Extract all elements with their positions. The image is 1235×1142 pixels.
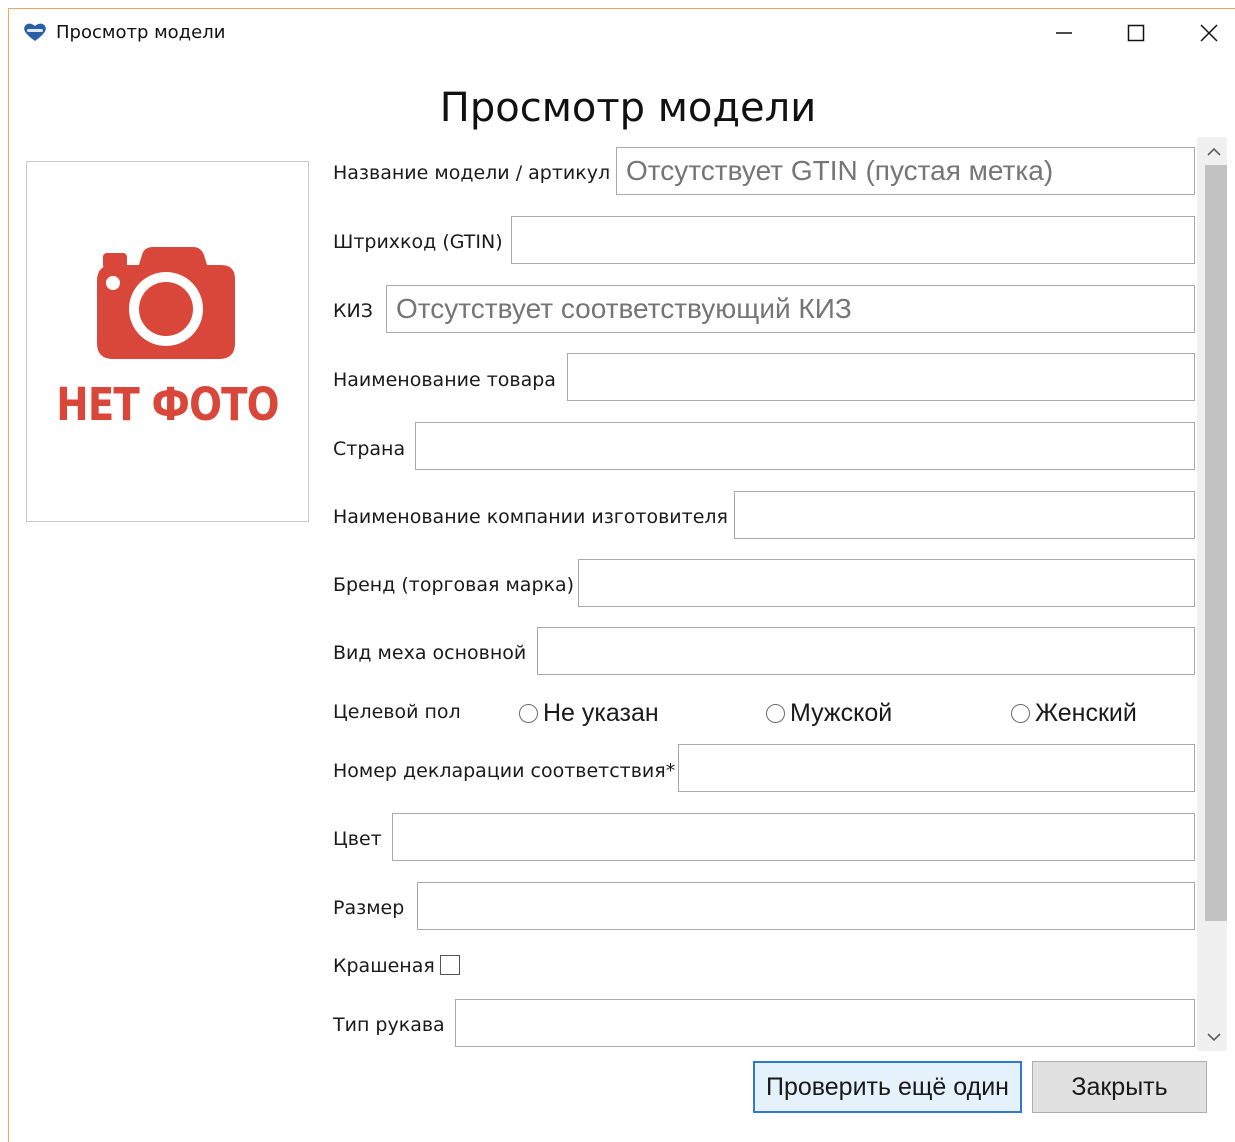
country-field[interactable] bbox=[415, 422, 1195, 470]
radio-label: Женский bbox=[1035, 699, 1137, 727]
scroll-up-icon[interactable] bbox=[1207, 145, 1221, 159]
label-size: Размер bbox=[333, 897, 405, 919]
maximize-button[interactable] bbox=[1113, 17, 1159, 49]
minimize-icon bbox=[1056, 32, 1072, 34]
brand-field[interactable] bbox=[578, 559, 1195, 607]
label-manufacturer: Наименование компании изготовителя bbox=[333, 506, 728, 528]
vertical-scrollbar[interactable] bbox=[1197, 137, 1227, 1051]
radio-label: Мужской bbox=[790, 699, 893, 727]
radio-label: Не указан bbox=[543, 699, 659, 727]
label-model-name: Название модели / артикул bbox=[333, 162, 611, 184]
page-title: Просмотр модели bbox=[439, 85, 817, 131]
app-heart-icon bbox=[23, 22, 47, 42]
label-color: Цвет bbox=[333, 828, 382, 850]
scroll-down-icon[interactable] bbox=[1207, 1030, 1221, 1044]
title-bar[interactable]: Просмотр модели bbox=[9, 9, 1235, 57]
radio-circle[interactable] bbox=[519, 704, 538, 723]
minimize-button[interactable] bbox=[1041, 17, 1087, 49]
product-photo-placeholder: НЕТ ФОТО bbox=[26, 161, 309, 522]
scrollbar-thumb[interactable] bbox=[1205, 165, 1227, 921]
label-product-name: Наименование товара bbox=[333, 369, 556, 391]
dyed-checkbox[interactable] bbox=[440, 955, 460, 975]
declaration-field[interactable] bbox=[678, 744, 1195, 792]
size-field[interactable] bbox=[417, 882, 1195, 930]
label-declaration: Номер декларации соответствия* bbox=[333, 760, 676, 782]
gender-radio-male[interactable]: Мужской bbox=[766, 699, 892, 728]
window-title: Просмотр модели bbox=[56, 22, 226, 43]
maximize-icon bbox=[1127, 24, 1145, 42]
label-target-gender: Целевой пол bbox=[333, 701, 461, 723]
sleeve-type-field[interactable] bbox=[455, 999, 1195, 1047]
fur-type-field[interactable] bbox=[537, 627, 1195, 675]
label-fur-type: Вид меха основной bbox=[333, 642, 527, 664]
color-field[interactable] bbox=[392, 813, 1195, 861]
close-icon bbox=[1200, 24, 1218, 42]
no-photo-label: НЕТ ФОТО bbox=[56, 378, 279, 431]
label-sleeve-type: Тип рукава bbox=[333, 1014, 445, 1036]
label-dyed: Крашеная bbox=[333, 955, 435, 977]
label-brand: Бренд (торговая марка) bbox=[333, 574, 575, 596]
kiz-field[interactable]: Отсутствует соответствующий КИЗ bbox=[386, 285, 1195, 333]
camera-icon bbox=[97, 247, 235, 359]
gender-radio-female[interactable]: Женский bbox=[1011, 699, 1137, 728]
app-window: Просмотр модели Просмотр модели НЕТ ФОТО… bbox=[8, 8, 1235, 1142]
gender-radio-unspecified[interactable]: Не указан bbox=[519, 699, 659, 728]
radio-circle[interactable] bbox=[1011, 704, 1030, 723]
product-name-field[interactable] bbox=[567, 353, 1195, 401]
manufacturer-field[interactable] bbox=[734, 491, 1195, 539]
close-dialog-button[interactable]: Закрыть bbox=[1032, 1061, 1207, 1113]
label-barcode: Штрихкод (GTIN) bbox=[333, 231, 503, 253]
close-button[interactable] bbox=[1186, 17, 1232, 49]
barcode-field[interactable] bbox=[511, 216, 1195, 264]
label-kiz: КИЗ bbox=[333, 300, 373, 322]
check-another-button[interactable]: Проверить ещё один bbox=[753, 1061, 1022, 1113]
model-name-field[interactable]: Отсутствует GTIN (пустая метка) bbox=[616, 147, 1195, 195]
radio-circle[interactable] bbox=[766, 704, 785, 723]
label-country: Страна bbox=[333, 438, 406, 460]
